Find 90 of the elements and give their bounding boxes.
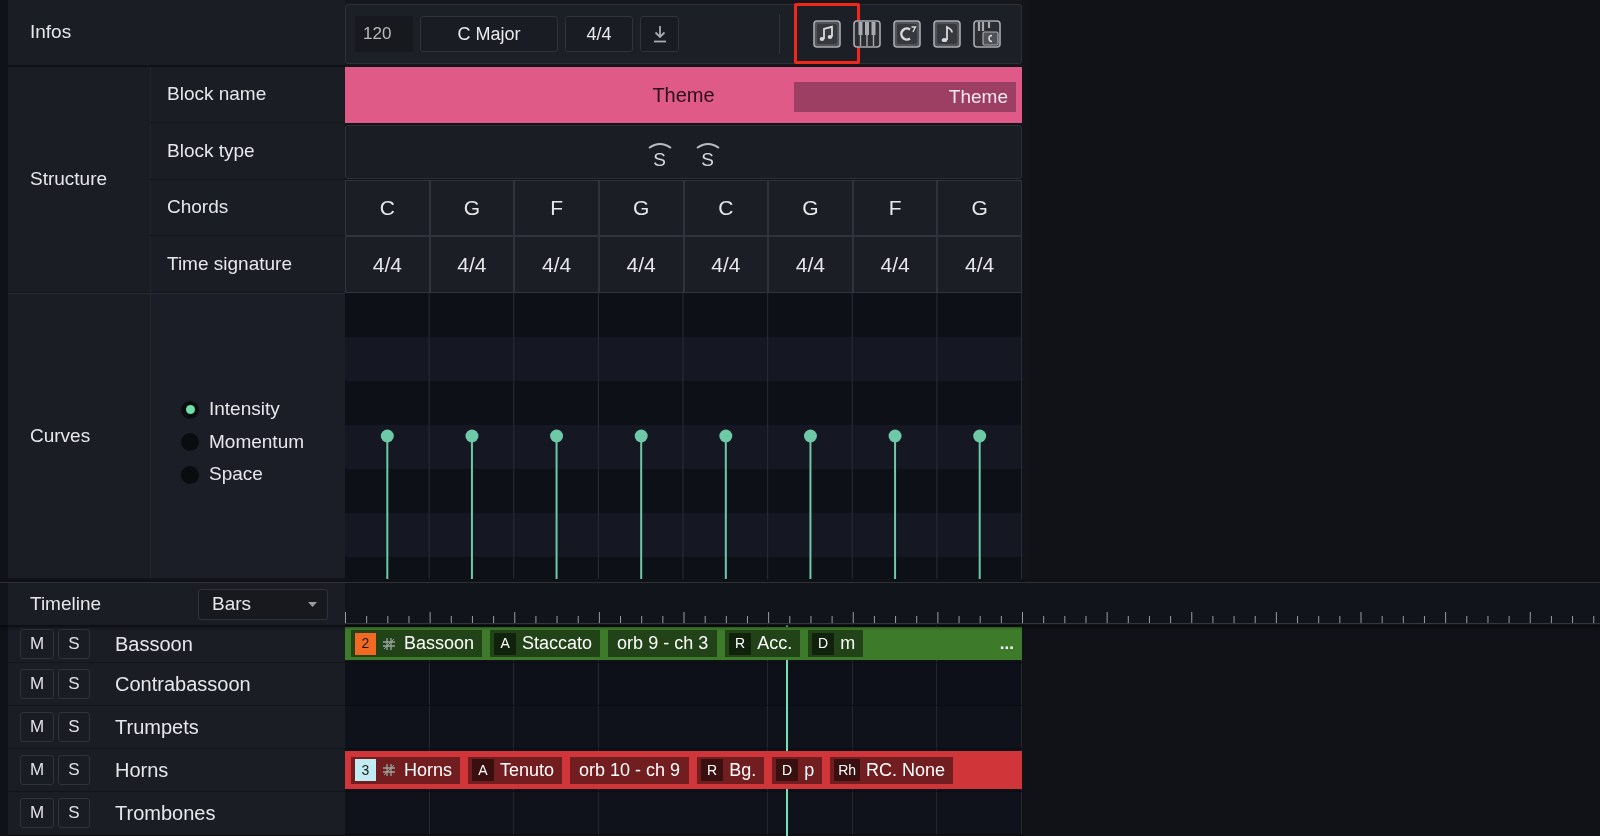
mute-button[interactable]: M [20,712,54,742]
chord-cell[interactable]: F [514,180,599,236]
curve-option[interactable]: Intensity [181,393,280,426]
section-label: Timeline [30,591,103,616]
radio-button[interactable] [181,400,199,419]
row-label: Block name [167,82,267,107]
mute-button[interactable]: M [20,755,54,785]
row-label: Time signature [167,251,292,276]
section-label: Structure [30,167,108,192]
time-signature-cell[interactable]: 4/4 [852,236,938,293]
mute-button[interactable]: M [20,798,54,828]
chord-cell[interactable]: C [345,180,430,236]
time-signature-cell[interactable]: 4/4 [683,236,769,293]
mute-button[interactable]: M [20,628,54,659]
more-button[interactable]: ... [999,630,1014,657]
solo-button[interactable]: S [58,798,90,828]
chord-symbol-icon[interactable] [893,20,921,48]
time-signature-cell[interactable]: 4/4 [768,236,853,293]
section-label: Curves [30,423,91,448]
block-name-tag: Theme [794,82,1016,112]
keys-chord-icon[interactable] [973,20,1001,48]
chord-cell[interactable]: F [852,180,938,236]
routing-chip: orb 9 - ch 3 [608,630,718,657]
hash-icon [382,636,396,651]
parameter-value: Bg. [729,758,757,782]
parameter-tag: R [729,632,752,655]
track-name: Horns [115,758,169,783]
track-number-badge: 3 [355,759,376,781]
block-name-bar[interactable]: Theme Theme [345,67,1022,123]
time-signature-cell[interactable]: 4/4 [514,236,599,293]
time-signature-cell[interactable]: 4/4 [937,236,1022,293]
chord-cell[interactable]: G [937,180,1022,236]
solo-button[interactable]: S [58,755,90,785]
parameter-value: RC. None [866,758,946,782]
clip[interactable]: 3 Horns A Tenuto orb 10 - ch 9 R Bg. D p Rh RC. None [345,751,1022,789]
track-number-badge: 2 [355,632,376,655]
block-type-marker: S [701,150,714,169]
time-signature-cell[interactable]: 4/4 [345,236,430,293]
clip-name: Horns [404,758,452,782]
chord-cell[interactable]: G [429,180,515,236]
parameter-value: Staccato [522,632,593,655]
solo-button[interactable]: S [58,712,90,742]
parameter-value: Tenuto [500,758,555,782]
playhead-line[interactable] [786,625,788,836]
arc-icon [646,141,673,149]
music-note-icon[interactable] [933,20,961,48]
hash-icon [382,763,396,777]
clip[interactable]: 2 Bassoon A Staccato orb 9 - ch 3 R Acc. D m ... [345,627,1022,660]
arc-icon [694,141,721,149]
mute-button[interactable]: M [20,669,54,699]
solo-button[interactable]: S [58,628,90,659]
section-label: Infos [30,20,72,45]
chord-cell[interactable]: C [683,180,769,236]
beamed-notes-icon[interactable] [813,20,841,48]
download-icon [652,25,667,43]
parameter-tag: D [776,759,799,781]
block-name-text: Theme [652,83,715,108]
time-signature-cell[interactable]: 4/4 [598,236,684,293]
clip-name: Bassoon [404,632,475,655]
parameter-tag: R [701,759,724,781]
row-label: Block type [167,138,255,163]
chord-cell[interactable]: G [598,180,684,236]
track-name: Trombones [115,801,216,826]
bars-dropdown[interactable]: Bars [198,588,328,620]
curve-option[interactable]: Space [181,458,263,491]
routing-chip: orb 10 - ch 9 [570,756,690,784]
time-signature-button[interactable]: 4/4 [565,16,633,52]
parameter-tag: A [494,632,517,655]
download-button[interactable] [640,16,679,52]
parameter-tag: Rh [834,759,861,781]
time-signature-cell[interactable]: 4/4 [429,236,515,293]
track-name: Trumpets [115,715,199,740]
solo-button[interactable]: S [58,669,90,699]
track-name: Bassoon [115,631,193,657]
key-button[interactable]: C Major [420,16,558,52]
parameter-value: m [840,632,856,655]
block-type-marker: S [653,150,666,169]
radio-button[interactable] [181,465,199,484]
curve-option[interactable]: Momentum [181,425,305,459]
parameter-tag: A [472,759,494,781]
row-label: Chords [167,195,229,220]
radio-button[interactable] [181,433,199,451]
track-name: Contrabassoon [115,672,251,697]
caret-icon [308,601,317,607]
tempo-field[interactable]: 120 [355,16,413,52]
chord-cell[interactable]: G [768,180,853,236]
piano-keys-icon[interactable] [853,20,881,48]
parameter-value: Acc. [757,632,793,655]
parameter-value: p [804,758,815,782]
parameter-tag: D [812,632,835,655]
